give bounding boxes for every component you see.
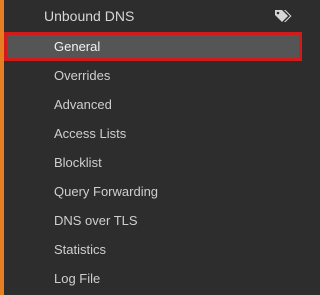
- sidebar-item-dns-over-tls[interactable]: DNS over TLS: [4, 206, 302, 235]
- sidebar-panel: Unbound DNS General Overrides Advanced A…: [0, 0, 302, 295]
- sidebar-menu: General Overrides Advanced Access Lists …: [4, 32, 302, 293]
- sidebar-item-access-lists[interactable]: Access Lists: [4, 119, 302, 148]
- sidebar-item-overrides[interactable]: Overrides: [4, 61, 302, 90]
- sidebar-item-blocklist[interactable]: Blocklist: [4, 148, 302, 177]
- sidebar-item-log-file[interactable]: Log File: [4, 264, 302, 293]
- sidebar-item-general[interactable]: General: [4, 32, 302, 61]
- sidebar-item-statistics[interactable]: Statistics: [4, 235, 302, 264]
- sidebar-section-unbound-dns[interactable]: Unbound DNS: [4, 0, 302, 32]
- section-title: Unbound DNS: [44, 8, 135, 24]
- tags-icon: [274, 9, 292, 23]
- sidebar-item-query-forwarding[interactable]: Query Forwarding: [4, 177, 302, 206]
- sidebar-item-advanced[interactable]: Advanced: [4, 90, 302, 119]
